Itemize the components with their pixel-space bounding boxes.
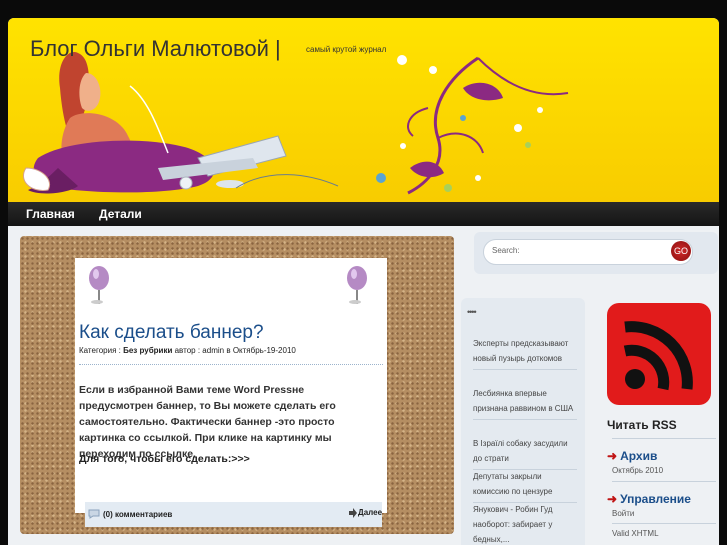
manage-heading: ➜ Управление [607, 492, 691, 506]
post-divider [79, 364, 383, 365]
login-link[interactable]: Войти [612, 509, 634, 518]
arrow-right-icon: ➜ [607, 449, 618, 463]
archive-title: Архив [620, 449, 658, 463]
main-nav: Главная Детали [8, 202, 719, 226]
rss-label[interactable]: Читать RSS [607, 418, 677, 432]
divider [612, 481, 716, 482]
category-label: Категория : [79, 346, 121, 355]
news-item[interactable]: Эксперты предсказывают новый пузырь дотк… [473, 336, 577, 370]
pushpin-icon [347, 266, 367, 304]
nav-item-home[interactable]: Главная [26, 207, 75, 221]
search-go-button[interactable]: GO [671, 241, 691, 261]
post-date: Октябрь-19-2010 [232, 346, 296, 355]
page-frame: Блог Ольги Малютовой | самый крутой журна… [8, 18, 719, 545]
post-card: Как сделать баннер? Категория : Без рубр… [75, 258, 387, 513]
archive-heading: ➜ Архив [607, 449, 657, 463]
rss-feed-icon[interactable] [607, 303, 711, 405]
news-item[interactable]: Депутаты закрыли комиссию по цензуре [473, 469, 577, 503]
post-meta: Категория : Без рубрики автор : admin в … [79, 346, 296, 355]
valid-xhtml-link[interactable]: Valid XHTML [612, 529, 659, 538]
site-tagline: самый крутой журнал [306, 45, 387, 54]
title-separator: | [274, 36, 281, 61]
news-item[interactable]: Лесбиянка впервые признана раввином в СШ… [473, 386, 577, 420]
author-label: автор : [174, 346, 201, 355]
category-link[interactable]: Без рубрики [123, 346, 172, 355]
post-body-more: Для того, чтобы его сделать:>>> [79, 453, 250, 465]
post-title[interactable]: Как сделать баннер? [79, 322, 264, 344]
news-widget: •••• Эксперты предсказывают новый пузырь… [461, 298, 585, 545]
archive-item[interactable]: Октябрь 2010 [612, 466, 663, 475]
date-label: в [226, 346, 231, 355]
news-heading: •••• [467, 307, 477, 317]
pushpin-icon [89, 266, 109, 304]
arrow-right-icon [349, 508, 357, 518]
news-item[interactable]: В Ізраїлі собаку засудили до страти [473, 436, 577, 470]
search-placeholder: Search: [492, 246, 520, 255]
read-more-link[interactable]: Далее [358, 506, 382, 519]
comments-link[interactable]: (0) комментариев [103, 510, 172, 519]
nav-item-details[interactable]: Детали [99, 207, 142, 221]
site-header: Блог Ольги Малютовой | самый крутой журна… [8, 18, 719, 202]
post-footer: (0) комментариев Далее [85, 502, 382, 527]
author-name: admin [202, 346, 225, 355]
post-body: Если в избранной Вами теме Word Pressне … [79, 384, 336, 460]
site-title-text[interactable]: Блог Ольги Малютовой [30, 36, 269, 61]
manage-title: Управление [620, 492, 691, 506]
news-item[interactable]: Янукович - Робин Гуд наоборот: забирает … [473, 502, 577, 545]
site-title[interactable]: Блог Ольги Малютовой | [30, 36, 281, 62]
divider [612, 523, 716, 524]
search-input[interactable]: Search: GO [483, 239, 693, 265]
search-panel: Search: GO [474, 232, 718, 274]
comment-icon [88, 509, 100, 519]
divider [612, 438, 716, 439]
arrow-right-icon: ➜ [607, 492, 618, 506]
